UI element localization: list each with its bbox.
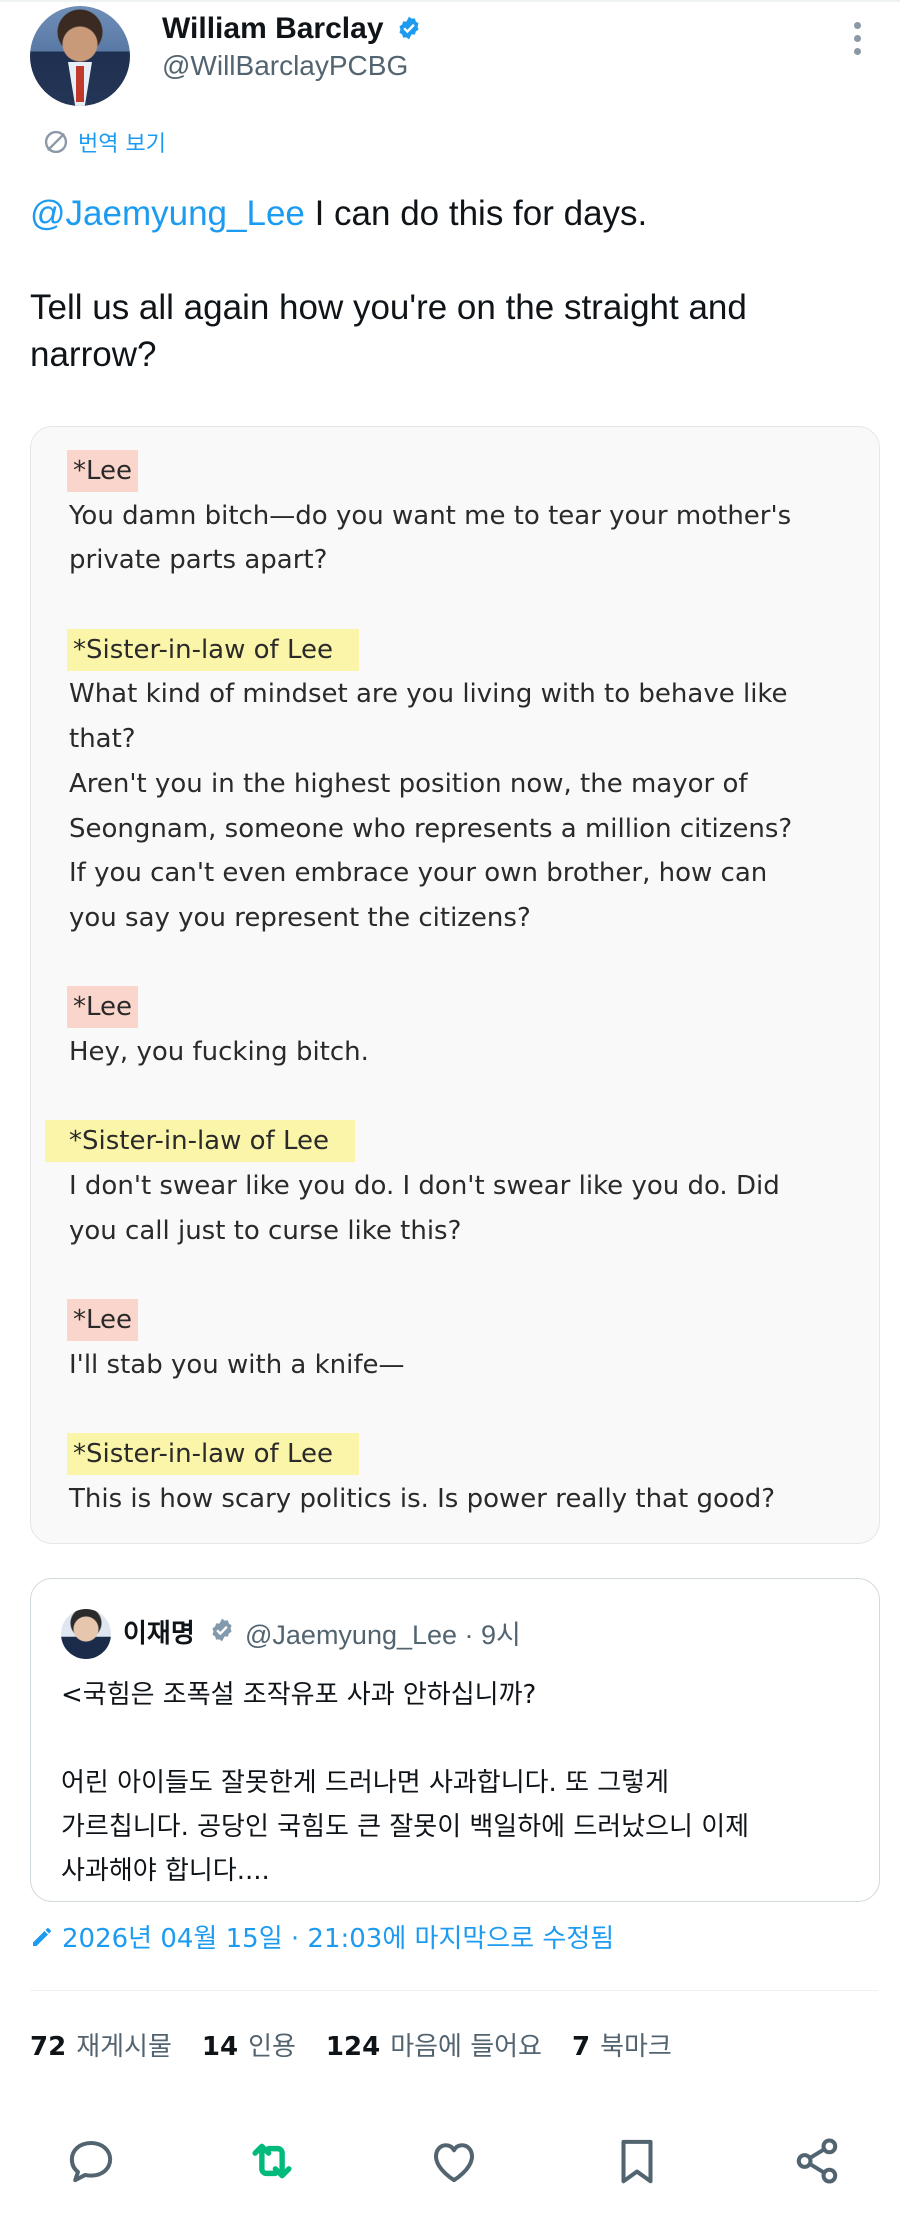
tweet-line-3: narrow? <box>30 335 157 374</box>
edited-notice[interactable]: 2026년 04월 15일 · 21:03에 마지막으로 수정됨 <box>30 1918 614 1955</box>
quoted-line: 가르칩니다. 공당인 국힘도 큰 잘못이 백일하에 드러났으니 이제 <box>61 1812 750 1842</box>
avatar-tie <box>76 66 84 102</box>
reposts-stat[interactable]: 72 재게시물 <box>30 2026 172 2063</box>
like-icon <box>433 2143 475 2183</box>
bookmark-button[interactable] <box>610 2134 664 2188</box>
more-icon[interactable] <box>852 22 862 62</box>
pencil-icon <box>33 1927 51 1946</box>
transcript-line: you say you represent the citizens? <box>69 902 531 933</box>
transcript-line: Hey, you fucking bitch. <box>69 1036 369 1067</box>
quoted-tweet[interactable]: 이재명 @Jaemyung_Lee · 9시 <국힘은 조폭설 조작유포 사과 … <box>30 1578 880 1902</box>
translate-button[interactable]: 번역 보기 <box>42 126 166 158</box>
transcript-line: Seongnam, someone who represents a milli… <box>69 813 793 844</box>
like-button[interactable] <box>427 2134 481 2188</box>
translate-label: 번역 보기 <box>78 132 166 157</box>
transcript-line: I'll stab you with a knife— <box>69 1349 405 1380</box>
transcript-line: If you can't even embrace your own broth… <box>69 858 768 889</box>
share-icon <box>796 2138 838 2184</box>
speaker-label: *Sister-in-law of Lee <box>67 1433 359 1476</box>
author-handle[interactable]: @WillBarclayPCBG <box>162 50 408 82</box>
speaker-label: *Lee <box>67 1299 139 1342</box>
action-bar <box>0 2120 900 2200</box>
translate-icon <box>44 130 68 154</box>
speaker-label: *Sister-in-law of Lee <box>45 1120 355 1163</box>
transcript-line: that? <box>69 724 136 755</box>
transcript-line: I don't swear like you do. I don't swear… <box>69 1171 780 1201</box>
transcript-line: you call just to curse like this? <box>69 1215 462 1246</box>
speaker-label: *Lee <box>67 986 139 1029</box>
author-name[interactable]: William Barclay <box>162 12 384 46</box>
edited-label: 2026년 04월 15일 · 21:03에 마지막으로 수정됨 <box>62 1924 615 1954</box>
transcript-line: You damn bitch—do you want me to tear yo… <box>69 500 792 531</box>
reply-icon <box>69 2140 113 2183</box>
reply-button[interactable] <box>64 2134 118 2188</box>
quoted-author-name: 이재명 <box>123 1619 195 1649</box>
stats-divider <box>30 1990 878 1991</box>
verified-badge-icon <box>399 16 419 40</box>
transcript-line: What kind of mindset are you living with… <box>69 679 788 710</box>
speaker-label: *Sister-in-law of Lee <box>67 628 359 671</box>
top-divider <box>0 0 900 2</box>
quoted-line: 어린 아이들도 잘못한게 드러나면 사과합니다. 또 그렇게 <box>61 1768 670 1798</box>
quoted-author-avatar <box>61 1609 111 1659</box>
share-button[interactable] <box>790 2134 844 2188</box>
attached-image[interactable]: *Lee You damn bitch—do you want me to te… <box>30 426 880 1544</box>
transcript: *Lee You damn bitch—do you want me to te… <box>45 449 859 1522</box>
verified-badge-icon <box>212 1618 232 1642</box>
bookmarks-stat[interactable]: 7 북마크 <box>572 2026 672 2063</box>
engagement-stats: 72 재게시물 14 인용 124 마음에 들어요 7 북마크 <box>30 2026 672 2063</box>
tweet-line-1: I can do this for days. <box>304 194 648 233</box>
bookmark-icon <box>621 2139 653 2184</box>
repost-button[interactable] <box>245 2134 299 2188</box>
transcript-line: This is how scary politics is. Is power … <box>69 1483 776 1514</box>
transcript-line: private parts apart? <box>69 545 328 576</box>
quoted-author-handle-time: @Jaemyung_Lee · 9시 <box>245 1620 521 1650</box>
quoted-line: <국힘은 조폭설 조작유포 사과 안하십니까? <box>61 1680 537 1710</box>
transcript-line: Aren't you in the highest position now, … <box>69 768 748 799</box>
author-avatar[interactable] <box>30 6 130 106</box>
likes-stat[interactable]: 124 마음에 들어요 <box>326 2026 542 2063</box>
quoted-line: 사과해야 합니다.... <box>61 1856 270 1886</box>
quoted-tweet-text: <국힘은 조폭설 조작유포 사과 안하십니까? 어린 아이들도 잘못한게 드러나… <box>61 1673 851 1893</box>
quotes-stat[interactable]: 14 인용 <box>202 2026 296 2063</box>
tweet-text: @Jaemyung_Lee I can do this for days. Te… <box>30 190 850 378</box>
speaker-label: *Lee <box>67 450 139 492</box>
repost-icon <box>252 2143 292 2179</box>
tweet-line-2: Tell us all again how you're on the stra… <box>30 288 747 327</box>
mention-link[interactable]: @Jaemyung_Lee <box>30 194 305 233</box>
